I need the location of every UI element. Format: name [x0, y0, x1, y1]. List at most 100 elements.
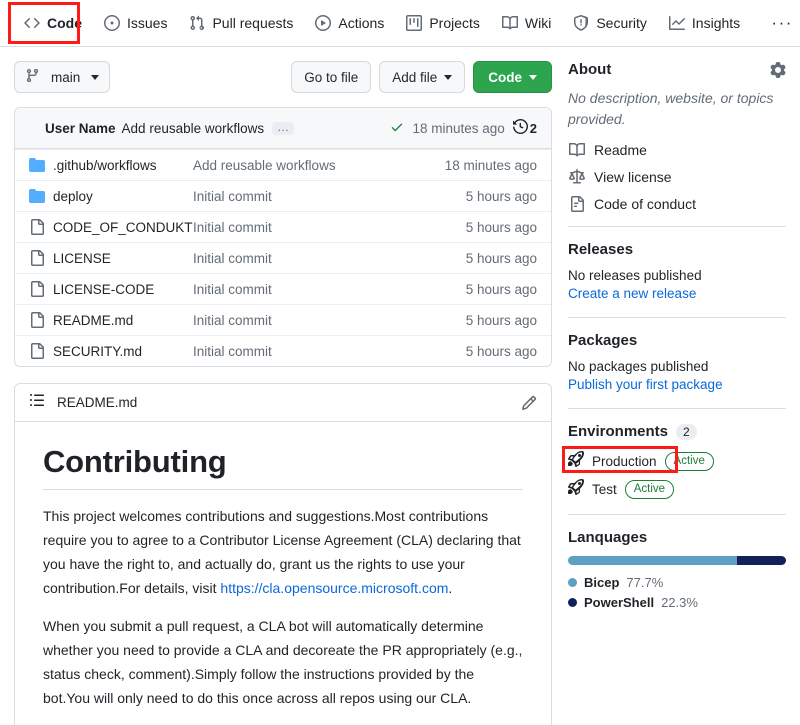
list-unordered-icon[interactable]: [29, 392, 45, 413]
branch-name: main: [51, 69, 81, 85]
file-icon: [29, 250, 53, 266]
file-icon: [29, 219, 53, 235]
commit-message[interactable]: Add reusable workflows: [122, 121, 265, 136]
environment-name: Production: [592, 453, 657, 469]
file-time: 5 hours ago: [465, 343, 537, 359]
file-commit-message: Initial commit: [193, 188, 272, 204]
readme-panel: README.md Contributing This project welc…: [14, 383, 552, 725]
language-percent: 77.7%: [626, 575, 664, 590]
repo-sidebar: About No description, website, or topics…: [552, 47, 800, 725]
table-row[interactable]: CODE_OF_CONDUKT… Initial commit 5 hours …: [15, 211, 551, 242]
nav-tab-label: Pull requests: [212, 15, 294, 31]
file-browser: User Name Add reusable workflows … 18 mi…: [14, 107, 552, 367]
code-download-button[interactable]: Code: [473, 61, 552, 93]
environments-title: Environments: [568, 423, 669, 440]
commit-history-link[interactable]: 2: [512, 118, 537, 137]
nav-tab-label: Wiki: [524, 15, 552, 31]
environment-test[interactable]: Test Active: [567, 478, 786, 500]
table-row[interactable]: README.md Initial commit 5 hours ago: [15, 304, 551, 335]
go-to-file-button[interactable]: Go to file: [291, 61, 372, 93]
code-button-label: Code: [488, 69, 522, 85]
file-name: deploy: [53, 188, 93, 204]
languages-title: Lanquages: [568, 529, 648, 546]
file-time: 18 minutes ago: [444, 157, 537, 173]
language-color-dot: [568, 598, 577, 607]
file-name: SECURITY.md: [53, 343, 143, 359]
file-commit-message: Initial commit: [193, 250, 272, 266]
nav-tab-code[interactable]: Code: [14, 9, 92, 37]
nav-tab-projects[interactable]: Projects: [396, 9, 490, 37]
issue-opened-icon: [104, 15, 120, 31]
chevron-down-icon: [444, 74, 453, 80]
environments-count: 2: [676, 423, 697, 440]
nav-tab-security[interactable]: Security: [563, 9, 657, 37]
code-icon: [24, 15, 40, 31]
nav-tab-wiki[interactable]: Wiki: [492, 9, 561, 37]
about-description: No description, website, or topics provi…: [568, 90, 774, 127]
nav-tab-label: Issues: [127, 15, 168, 31]
readme-paragraph-1: This project welcomes contributions and …: [43, 504, 523, 600]
about-link-license[interactable]: View license: [568, 169, 786, 185]
repo-nav: Code Issues Pull requests Actions Projec…: [0, 0, 800, 47]
nav-overflow-button[interactable]: ···: [766, 9, 798, 37]
environment-production[interactable]: Production Active: [562, 446, 786, 473]
file-commit-message: Initial commit: [193, 343, 272, 359]
project-icon: [406, 15, 423, 31]
create-release-link[interactable]: Create a new release: [568, 286, 696, 301]
file-icon: [29, 312, 53, 328]
releases-empty-text: No releases published: [568, 268, 702, 283]
file-commit-message: Initial commit: [193, 281, 272, 297]
file-time: 5 hours ago: [465, 188, 537, 204]
folder-icon: [29, 157, 53, 173]
publish-package-link[interactable]: Publish your first package: [568, 377, 723, 392]
add-file-button[interactable]: Add file: [379, 61, 466, 93]
packages-empty-text: No packages published: [568, 359, 709, 374]
divider: [568, 514, 786, 515]
law-icon: [568, 169, 585, 185]
nav-tab-label: Projects: [429, 15, 480, 31]
nav-tab-insights[interactable]: Insights: [659, 9, 750, 37]
file-commit-message: Add reusable workflows: [193, 157, 336, 173]
pencil-icon[interactable]: [521, 395, 537, 411]
about-title: About: [568, 61, 612, 78]
rocket-icon: [567, 450, 584, 472]
commit-expand-button[interactable]: …: [272, 121, 295, 135]
file-commit-message: Initial commit: [193, 312, 272, 328]
environment-name: Test: [592, 481, 617, 497]
git-branch-icon: [25, 68, 40, 86]
file-commit-message: Initial commit: [193, 219, 272, 235]
nav-tab-pull-requests[interactable]: Pull requests: [179, 9, 303, 37]
file-name: README.md: [53, 312, 134, 328]
branch-selector[interactable]: main: [14, 61, 111, 93]
cla-link[interactable]: https://cla.opensource.microsoft.com: [220, 580, 448, 596]
language-legend-powershell[interactable]: PowerShell 22.3%: [568, 595, 786, 610]
nav-tab-label: Actions: [338, 15, 385, 31]
about-link-readme[interactable]: Readme: [568, 142, 786, 158]
file-time: 5 hours ago: [465, 250, 537, 266]
language-segment-powershell[interactable]: [737, 556, 786, 565]
table-row[interactable]: .github/workflows Add reusable workflows…: [15, 149, 551, 180]
nav-tab-issues[interactable]: Issues: [94, 9, 177, 37]
table-row[interactable]: LICENSE-CODE Initial commit 5 hours ago: [15, 273, 551, 304]
file-icon: [29, 281, 53, 297]
status-badge: Active: [664, 451, 714, 471]
language-legend-bicep[interactable]: Bicep 77.7%: [568, 575, 786, 590]
table-row[interactable]: deploy Initial commit 5 hours ago: [15, 180, 551, 211]
packages-title: Packages: [568, 332, 638, 349]
chevron-down-icon: [529, 74, 537, 80]
nav-tab-actions[interactable]: Actions: [305, 9, 394, 37]
about-link-label: Readme: [594, 142, 647, 158]
about-link-label: Code of conduct: [594, 196, 696, 212]
language-bar: [568, 556, 786, 565]
table-row[interactable]: SECURITY.md Initial commit 5 hours ago: [15, 335, 551, 366]
table-row[interactable]: LICENSE Initial commit 5 hours ago: [15, 242, 551, 273]
code-of-conduct-icon: [568, 196, 585, 212]
language-segment-bicep[interactable]: [568, 556, 738, 565]
file-time: 5 hours ago: [465, 281, 537, 297]
about-link-code-of-conduct[interactable]: Code of conduct: [568, 196, 786, 212]
file-time: 5 hours ago: [465, 219, 537, 235]
commit-author[interactable]: User Name: [45, 121, 116, 136]
shield-icon: [573, 15, 589, 31]
gear-icon[interactable]: [770, 61, 786, 78]
graph-icon: [668, 15, 685, 31]
